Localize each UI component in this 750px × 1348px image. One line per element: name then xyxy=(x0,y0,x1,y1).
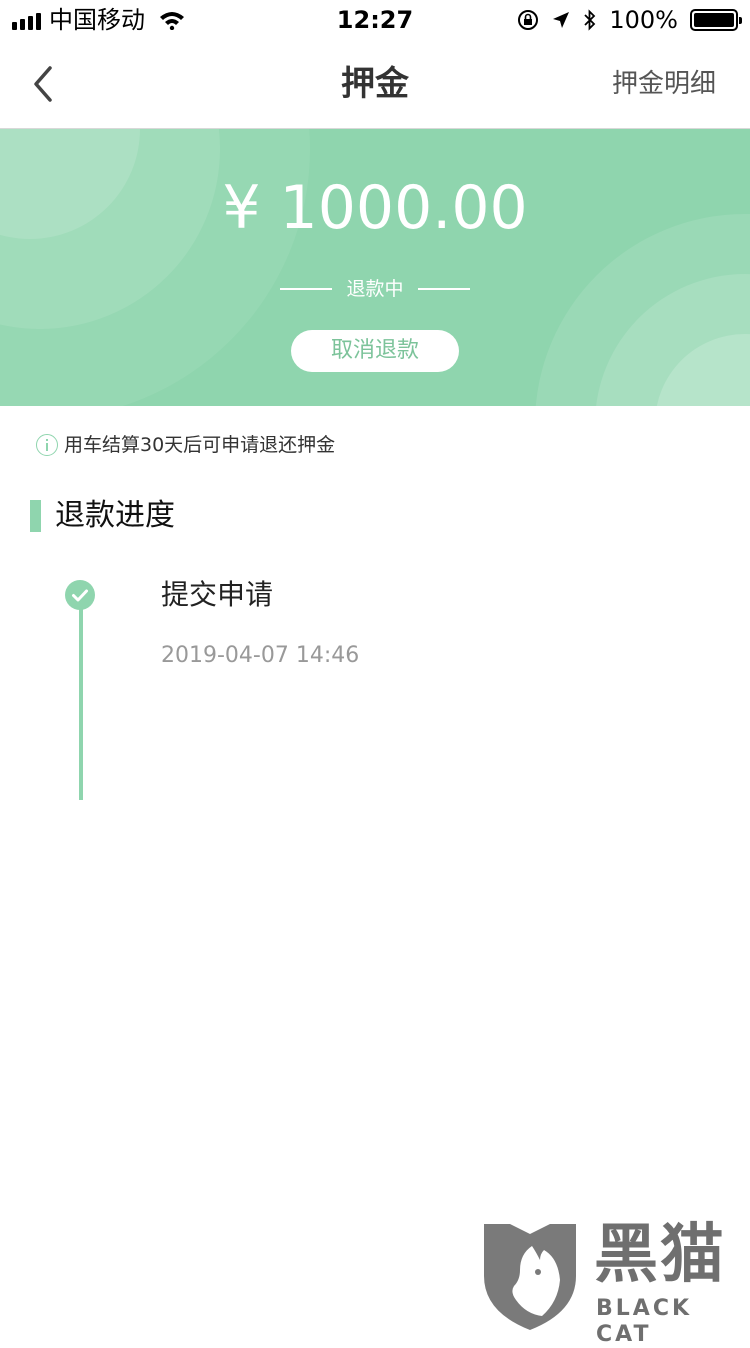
battery-icon xyxy=(690,9,742,31)
divider xyxy=(280,288,333,290)
rotation-lock-icon xyxy=(518,10,539,30)
cat-shield-logo-icon xyxy=(484,1224,576,1330)
timeline-step-time: 2019-04-07 14:46 xyxy=(161,643,360,668)
deposit-details-link[interactable]: 押金明细 xyxy=(612,64,716,104)
battery-percent: 100% xyxy=(609,6,678,34)
info-text: 用车结算30天后可申请退还押金 xyxy=(64,434,336,456)
check-circle-icon xyxy=(65,580,95,610)
bluetooth-icon xyxy=(584,9,596,31)
section-title: 退款进度 xyxy=(55,498,175,533)
deposit-banner: ¥ 1000.00 退款中 取消退款 xyxy=(0,129,750,406)
info-icon xyxy=(36,434,58,456)
info-note: 用车结算30天后可申请退还押金 xyxy=(36,432,335,458)
navigation-bar: 押金 押金明细 xyxy=(0,40,750,129)
section-marker xyxy=(30,500,41,532)
watermark-cn: 黑猫 xyxy=(594,1218,726,1292)
black-cat-watermark: 黑猫 BLACK CAT xyxy=(480,1218,750,1347)
location-arrow-icon xyxy=(553,12,570,28)
timeline-step-title: 提交申请 xyxy=(161,578,274,611)
timeline-line xyxy=(79,606,83,800)
section-header: 退款进度 xyxy=(30,498,175,534)
refund-status-text: 退款中 xyxy=(346,278,404,300)
status-right: 100% xyxy=(517,6,742,34)
refund-status: 退款中 xyxy=(0,276,750,302)
cancel-refund-button[interactable]: 取消退款 xyxy=(291,330,459,372)
divider xyxy=(417,288,470,290)
deposit-amount: ¥ 1000.00 xyxy=(222,173,528,243)
status-bar: 中国移动 12:27 100% xyxy=(0,0,750,40)
watermark-en: BLACK CAT xyxy=(596,1296,693,1347)
